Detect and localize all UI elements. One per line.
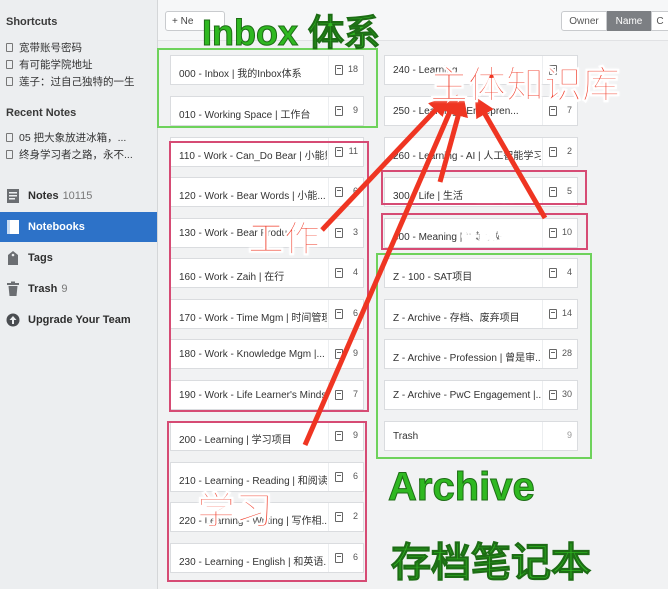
shortcut-item[interactable]: 宽带账号密码	[6, 40, 82, 55]
recent-note-label: 05 把大象放进冰箱，...	[19, 132, 127, 144]
nav-trash[interactable]: Trash 9	[0, 274, 157, 304]
work-highlight-box	[169, 141, 369, 412]
nav-notebooks[interactable]: Notebooks	[0, 212, 157, 242]
nav-upgrade[interactable]: Upgrade Your Team	[0, 305, 157, 335]
recent-note-label: 终身学习者之路，永不...	[19, 149, 133, 161]
annotation-archive: Archive	[388, 465, 536, 510]
notebook-card[interactable]: 260 - Learning - AI | 人工智能学习 2	[384, 137, 578, 167]
annotation-work: 工作	[247, 218, 321, 260]
upgrade-icon	[6, 313, 20, 327]
sidebar: Shortcuts 宽带账号密码 有可能学院地址 莲子：过自己独特的一生 Rec…	[0, 0, 158, 589]
notebook-title: 260 - Learning - AI | 人工智能学习	[393, 151, 541, 162]
inbox-highlight-box	[157, 48, 378, 128]
shortcuts-heading: Shortcuts	[6, 16, 58, 28]
notebook-icon	[7, 220, 19, 234]
nav-tags[interactable]: Tags	[0, 243, 157, 273]
sort-name-button[interactable]: Name	[607, 11, 651, 31]
shortcut-label: 有可能学院地址	[19, 59, 93, 71]
nav-label: Notes	[28, 190, 59, 202]
nav-label: Notebooks	[28, 221, 85, 233]
nav-label: Tags	[28, 252, 53, 264]
nav-label: Upgrade Your Team	[28, 314, 131, 326]
annotation-learning: 学习	[196, 491, 274, 534]
shortcut-item[interactable]: 莲子：过自己独特的一生	[6, 74, 135, 89]
note-icon	[6, 60, 13, 69]
annotation-life: 生活	[475, 182, 516, 205]
note-icon	[6, 43, 13, 52]
sort-c-button[interactable]: C	[651, 11, 668, 31]
note-icon	[6, 77, 13, 86]
note-icon	[6, 133, 13, 142]
trash-icon	[7, 281, 19, 296]
recent-note-item[interactable]: 终身学习者之路，永不...	[6, 147, 133, 162]
annotation-core: 主体知识库	[429, 65, 621, 108]
shortcut-label: 莲子：过自己独特的一生	[19, 76, 135, 88]
annotation-inbox: Inbox 体系	[202, 12, 381, 54]
notebook-count: 2	[566, 146, 572, 156]
recent-note-item[interactable]: 05 把大象放进冰箱，...	[6, 130, 126, 145]
note-icon	[6, 150, 13, 159]
annotation-archive-cn: 存档笔记本	[391, 541, 592, 586]
sort-owner-button[interactable]: Owner	[561, 11, 607, 31]
shortcut-label: 宽带账号密码	[19, 42, 82, 54]
nav-label: Trash	[28, 283, 58, 295]
nav-notes[interactable]: Notes 10115	[0, 181, 157, 211]
card-divider	[542, 138, 543, 166]
archive-highlight-box	[376, 253, 592, 459]
trash-count: 9	[61, 283, 68, 295]
tag-icon	[8, 251, 18, 265]
annotation-hobby: 兴趣爱好	[461, 226, 534, 247]
notes-icon	[7, 189, 19, 203]
notes-count: 10115	[62, 190, 93, 202]
recent-notes-heading: Recent Notes	[6, 107, 77, 119]
notebook-icon	[549, 147, 557, 157]
shortcut-item[interactable]: 有可能学院地址	[6, 57, 93, 72]
